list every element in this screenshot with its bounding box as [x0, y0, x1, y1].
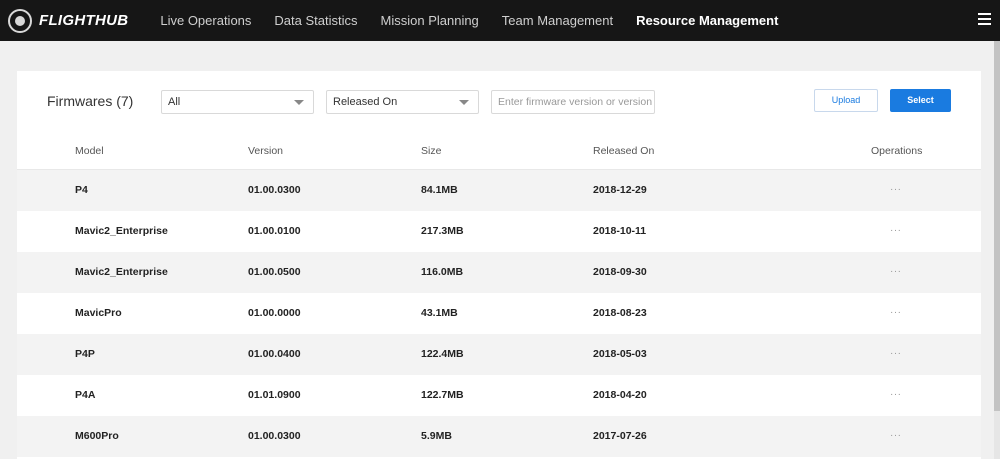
cell-model: Mavic2_Enterprise: [75, 225, 168, 237]
cell-size: 116.0MB: [421, 266, 464, 278]
nav-data-statistics[interactable]: Data Statistics: [274, 13, 357, 28]
more-options-icon[interactable]: ···: [890, 266, 902, 277]
column-model: Model: [75, 145, 104, 157]
chevron-down-icon: [459, 100, 469, 105]
table-row: MavicPro 01.00.0000 43.1MB 2018-08-23 ··…: [17, 293, 981, 334]
flighthub-logo[interactable]: FLIGHTHUB: [8, 8, 129, 33]
nav-resource-management[interactable]: Resource Management: [636, 13, 778, 28]
cell-released-on: 2018-10-11: [593, 225, 647, 237]
nav-mission-planning[interactable]: Mission Planning: [381, 13, 479, 28]
cell-version: 01.00.0400: [248, 348, 301, 360]
cell-size: 217.3MB: [421, 225, 464, 237]
more-options-icon[interactable]: ···: [890, 225, 902, 236]
chevron-down-icon: [294, 100, 304, 105]
cell-version: 01.00.0300: [248, 430, 301, 442]
panel-header: Firmwares (7) All Released On Enter firm…: [17, 71, 981, 133]
cell-model: P4P: [75, 348, 95, 360]
cell-model: P4: [75, 184, 88, 196]
cell-size: 122.4MB: [421, 348, 464, 360]
top-navigation-bar: FLIGHTHUB Live Operations Data Statistic…: [0, 0, 1000, 41]
cell-size: 43.1MB: [421, 307, 458, 319]
cell-model: MavicPro: [75, 307, 122, 319]
logo-text: FLIGHTHUB: [39, 12, 129, 29]
cell-released-on: 2017-07-26: [593, 430, 647, 442]
upload-button[interactable]: Upload: [814, 89, 878, 112]
firmware-table: Model Version Size Released On Operation…: [17, 133, 981, 457]
cell-version: 01.00.0100: [248, 225, 301, 237]
cell-size: 5.9MB: [421, 430, 452, 442]
nav-live-operations[interactable]: Live Operations: [160, 13, 251, 28]
page-scrollbar-thumb[interactable]: [994, 41, 1000, 411]
table-row: P4P 01.00.0400 122.4MB 2018-05-03 ···: [17, 334, 981, 375]
column-version: Version: [248, 145, 284, 157]
cell-released-on: 2018-09-30: [593, 266, 647, 278]
table-row: P4 01.00.0300 84.1MB 2018-12-29 ···: [17, 170, 981, 211]
table-header: Model Version Size Released On Operation…: [17, 133, 981, 170]
model-filter-value: All: [168, 96, 181, 108]
firmware-panel: Firmwares (7) All Released On Enter firm…: [17, 71, 981, 459]
column-size: Size: [421, 145, 442, 157]
column-operations: Operations: [871, 145, 923, 157]
search-input[interactable]: Enter firmware version or version: [491, 90, 655, 114]
model-filter-select[interactable]: All: [161, 90, 314, 114]
more-options-icon[interactable]: ···: [890, 389, 902, 400]
select-button[interactable]: Select: [890, 89, 951, 112]
cell-released-on: 2018-08-23: [593, 307, 647, 319]
table-row: Mavic2_Enterprise 01.00.0500 116.0MB 201…: [17, 252, 981, 293]
sort-select[interactable]: Released On: [326, 90, 479, 114]
search-placeholder: Enter firmware version or version: [498, 96, 653, 108]
hamburger-menu-icon[interactable]: [978, 13, 991, 25]
cell-size: 122.7MB: [421, 389, 464, 401]
table-row: Mavic2_Enterprise 01.00.0100 217.3MB 201…: [17, 211, 981, 252]
table-row: P4A 01.01.0900 122.7MB 2018-04-20 ···: [17, 375, 981, 416]
logo-icon: [8, 8, 32, 33]
more-options-icon[interactable]: ···: [890, 430, 902, 441]
cell-size: 84.1MB: [421, 184, 458, 196]
cell-model: M600Pro: [75, 430, 119, 442]
sort-value: Released On: [333, 96, 398, 108]
cell-model: Mavic2_Enterprise: [75, 266, 168, 278]
more-options-icon[interactable]: ···: [890, 307, 902, 318]
page-title: Firmwares (7): [47, 93, 134, 109]
cell-model: P4A: [75, 389, 96, 401]
column-released-on: Released On: [593, 145, 655, 157]
more-options-icon[interactable]: ···: [890, 184, 902, 195]
table-row: M600Pro 01.00.0300 5.9MB 2017-07-26 ···: [17, 416, 981, 457]
cell-version: 01.00.0000: [248, 307, 301, 319]
cell-released-on: 2018-04-20: [593, 389, 647, 401]
cell-version: 01.00.0300: [248, 184, 301, 196]
cell-version: 01.01.0900: [248, 389, 301, 401]
cell-released-on: 2018-05-03: [593, 348, 647, 360]
cell-released-on: 2018-12-29: [593, 184, 647, 196]
more-options-icon[interactable]: ···: [890, 348, 902, 359]
cell-version: 01.00.0500: [248, 266, 301, 278]
main-nav: Live Operations Data Statistics Mission …: [160, 0, 801, 41]
nav-team-management[interactable]: Team Management: [502, 13, 613, 28]
